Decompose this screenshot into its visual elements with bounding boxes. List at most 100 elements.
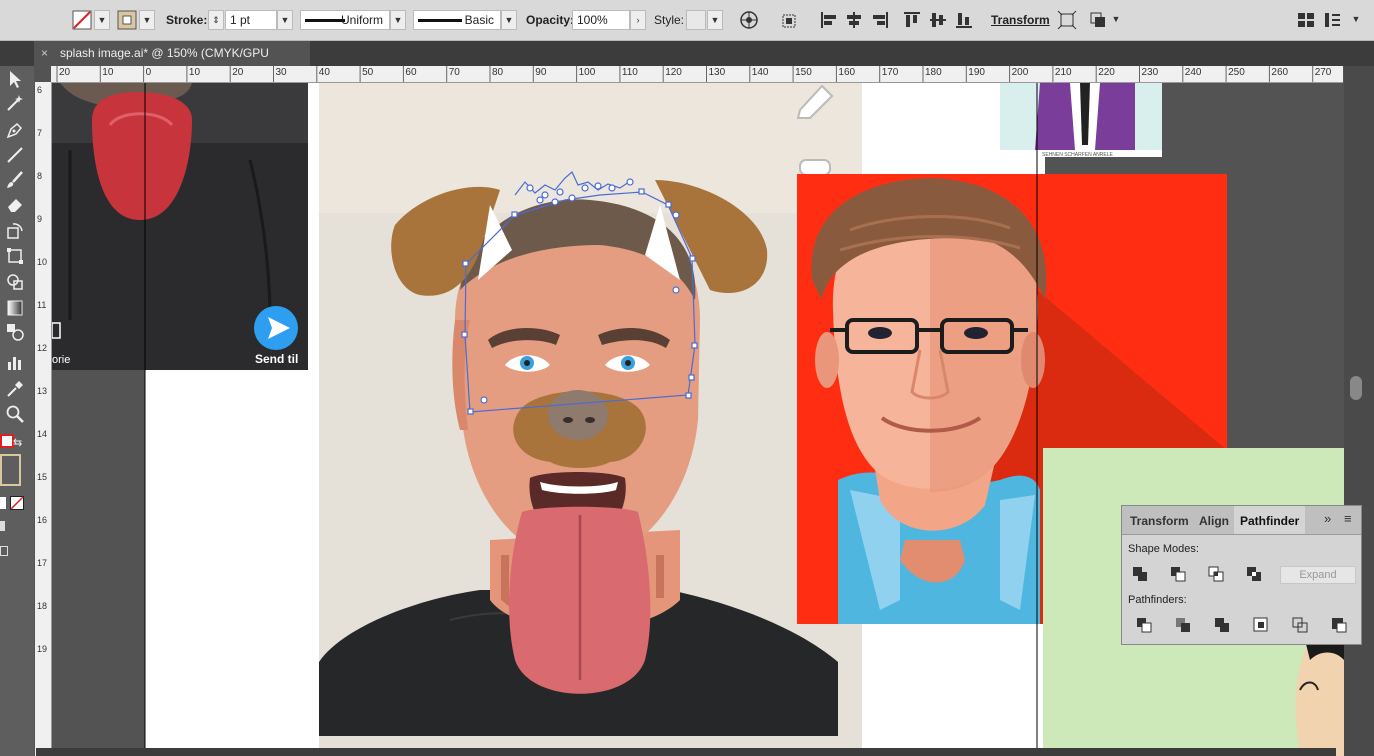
trim-icon[interactable]: [1173, 615, 1193, 635]
shape-modes-label: Shape Modes:: [1128, 543, 1199, 555]
close-tab-icon[interactable]: ×: [41, 41, 48, 66]
stroke-weight-dropdown[interactable]: ▼: [277, 10, 293, 30]
color-mode-icon[interactable]: [0, 497, 6, 509]
ruler-tick-label: 110: [621, 67, 638, 78]
merge-icon[interactable]: [1212, 615, 1232, 635]
brush-label: Basic: [464, 13, 494, 27]
style-label: Style:: [654, 13, 685, 27]
selection-tool-icon[interactable]: [5, 69, 25, 89]
graph-tool-icon[interactable]: [5, 352, 25, 372]
rotate-tool-icon[interactable]: [5, 221, 25, 241]
tab-transform[interactable]: Transform: [1130, 506, 1189, 534]
canvas[interactable]: Send til orie SEHNEN SCHARFEN ANRELE: [52, 83, 1344, 756]
dog-filter-photo[interactable]: [319, 83, 862, 748]
document-tab-bar: × splash image.ai* @ 150% (CMYK/GPU Prev…: [0, 41, 1374, 85]
free-transform-tool-icon[interactable]: [5, 246, 25, 266]
tab-pathfinder[interactable]: Pathfinder: [1234, 506, 1306, 534]
pen-tool-icon[interactable]: [5, 120, 25, 140]
panel-menu-icon[interactable]: [1322, 10, 1342, 30]
align-to-icon[interactable]: [780, 10, 800, 30]
outline-icon[interactable]: [1290, 615, 1310, 635]
snap-story-label: orie: [52, 354, 70, 366]
stroke-dropdown[interactable]: ▼: [139, 10, 155, 30]
suit-illustration[interactable]: SEHNEN SCHARFEN ANRELE: [1000, 83, 1162, 158]
fill-swatch-icon[interactable]: [72, 10, 92, 30]
ruler-tick-label: 200: [1011, 67, 1029, 78]
ruler-tick-label: 30: [275, 67, 287, 78]
swap-colors-icon[interactable]: ⇆: [13, 436, 22, 449]
ruler-tick-label: 230: [1141, 67, 1159, 78]
tools-panel: ⇆: [0, 66, 34, 756]
arrange-dropdown[interactable]: ▼: [1108, 10, 1124, 30]
minus-front-icon[interactable]: [1168, 564, 1188, 584]
fill-color-swatch[interactable]: [0, 434, 14, 448]
stroke-swatch-icon[interactable]: [117, 10, 137, 30]
align-top-icon[interactable]: [902, 10, 922, 30]
ruler-tick-label: 19: [37, 644, 48, 654]
line-tool-icon[interactable]: [5, 145, 25, 165]
vertical-scrollbar[interactable]: [1344, 66, 1374, 756]
ruler-tick-label: 250: [1228, 67, 1245, 78]
transform-link[interactable]: Transform: [991, 13, 1050, 27]
opacity-dropdown[interactable]: ›: [630, 10, 646, 30]
collapse-panel-icon[interactable]: »: [1324, 511, 1331, 526]
workspace-icon[interactable]: [1296, 10, 1316, 30]
crop-icon[interactable]: [1251, 615, 1271, 635]
panel-options-icon[interactable]: ≡: [1344, 511, 1352, 526]
unite-icon[interactable]: [1130, 564, 1150, 584]
artwork: Send til orie SEHNEN SCHARFEN ANRELE: [52, 83, 1344, 756]
minus-back-icon[interactable]: [1329, 615, 1349, 635]
paintbrush-tool-icon[interactable]: [5, 170, 25, 190]
pathfinder-panel: Transform Align Pathfinder » ≡ Shape Mod…: [1121, 505, 1362, 645]
ruler-tick-label: 240: [1184, 67, 1202, 78]
eraser-tool-icon[interactable]: [5, 194, 25, 214]
shape-builder-tool-icon[interactable]: [5, 272, 25, 292]
zoom-tool-icon[interactable]: [5, 404, 25, 424]
stroke-color-swatch[interactable]: [0, 454, 21, 486]
document-tab[interactable]: × splash image.ai* @ 150% (CMYK/GPU Prev…: [34, 41, 310, 85]
arrange-icon[interactable]: [1088, 10, 1108, 30]
scroll-thumb[interactable]: [1350, 376, 1362, 400]
snap-send-label: Send til: [255, 352, 298, 366]
stroke-weight-stepper[interactable]: ⇕: [208, 10, 224, 30]
fill-dropdown[interactable]: ▼: [94, 10, 110, 30]
align-middle-icon[interactable]: [928, 10, 948, 30]
graphic-style-swatch[interactable]: [686, 10, 706, 30]
panel-menu-dropdown[interactable]: ▼: [1348, 10, 1364, 30]
ruler-tick-label: 150: [795, 67, 812, 78]
exclude-icon[interactable]: [1244, 564, 1264, 584]
align-left-icon[interactable]: [819, 10, 839, 30]
snapchat-photo[interactable]: Send til orie: [52, 83, 308, 370]
ruler-tick-label: 10: [188, 67, 201, 78]
gradient-tool-icon[interactable]: [5, 298, 25, 318]
ruler-tick-label: 8: [37, 171, 43, 181]
brush-dropdown[interactable]: ▼: [501, 10, 517, 30]
blend-tool-icon[interactable]: [5, 322, 25, 342]
isolate-icon[interactable]: [1057, 10, 1077, 30]
ruler-tick-label: 210: [1054, 67, 1072, 78]
stroke-weight-field[interactable]: 1 pt: [225, 10, 277, 30]
intersect-icon[interactable]: [1206, 564, 1226, 584]
expand-button[interactable]: Expand: [1280, 566, 1356, 584]
none-swatch-icon[interactable]: [10, 496, 24, 510]
tab-align[interactable]: Align: [1199, 506, 1229, 534]
draw-mode-icon[interactable]: [0, 521, 5, 531]
opacity-field[interactable]: 100%: [572, 10, 630, 30]
screen-mode-icon[interactable]: [0, 546, 8, 556]
divide-icon[interactable]: [1134, 615, 1154, 635]
align-center-icon[interactable]: [844, 10, 864, 30]
pathfinders-label: Pathfinders:: [1128, 594, 1187, 606]
ruler-tick-label: 50: [362, 67, 374, 78]
profile-dropdown[interactable]: ▼: [390, 10, 406, 30]
variable-width-profile[interactable]: Uniform: [300, 10, 390, 30]
ruler-tick-label: 20: [232, 67, 244, 78]
align-bottom-icon[interactable]: [954, 10, 974, 30]
recolor-artwork-icon[interactable]: [739, 10, 759, 30]
brush-definition[interactable]: Basic: [413, 10, 501, 30]
magic-wand-tool-icon[interactable]: [5, 93, 25, 113]
style-dropdown[interactable]: ▼: [707, 10, 723, 30]
vertical-ruler: 6 7 8 9 10 11 12 13 14 15 16 17 18 19: [35, 82, 52, 756]
align-right-icon[interactable]: [870, 10, 890, 30]
eyedropper-tool-icon[interactable]: [5, 379, 25, 399]
panel-tabs: Transform Align Pathfinder » ≡: [1122, 506, 1361, 535]
